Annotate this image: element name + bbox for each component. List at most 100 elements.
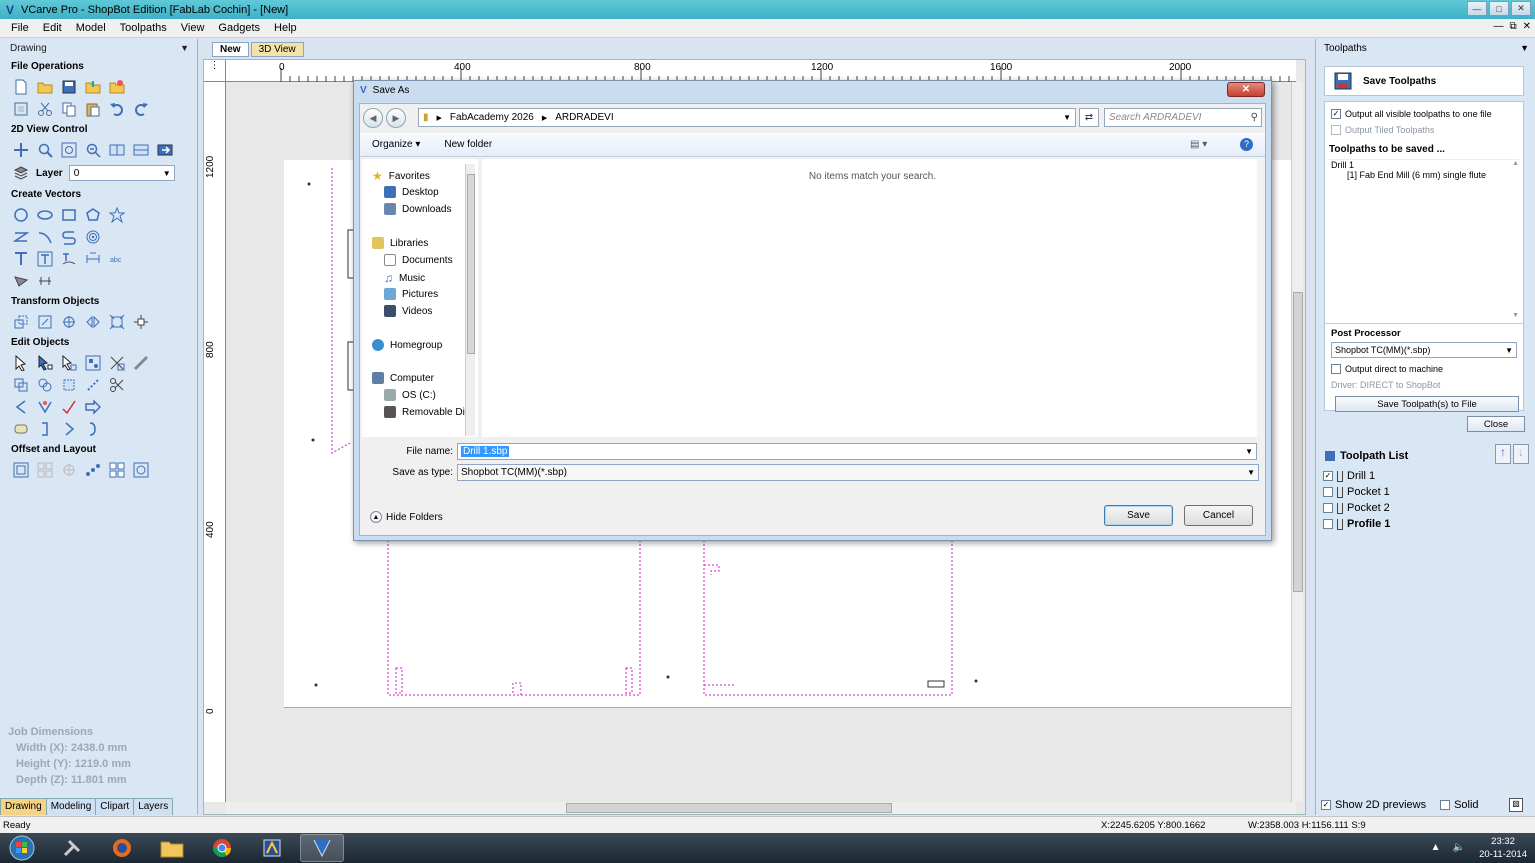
nav-removable[interactable]: Removable Dis xyxy=(384,406,470,418)
show-2d-previews-checkbox[interactable]: ✓ xyxy=(1321,800,1331,810)
nav-music[interactable]: ♫ Music xyxy=(384,271,425,285)
node-edit-icon[interactable] xyxy=(36,354,54,372)
line-extend-icon[interactable] xyxy=(60,398,78,416)
tab-clipart[interactable]: Clipart xyxy=(95,798,135,815)
toolpath-checkbox[interactable] xyxy=(1323,487,1333,497)
dimension-icon[interactable] xyxy=(84,250,102,268)
view-split-icon[interactable] xyxy=(132,141,150,159)
move-icon[interactable] xyxy=(12,313,30,331)
draw-spiral-icon[interactable] xyxy=(84,228,102,246)
offset-arrow-icon[interactable] xyxy=(84,398,102,416)
redo-icon[interactable] xyxy=(132,100,150,118)
save-toolpaths-to-file-button[interactable]: Save Toolpath(s) to File xyxy=(1335,396,1519,412)
toolpath-item-pocket-1[interactable]: Pocket 1 xyxy=(1321,484,1529,500)
close-button[interactable]: Close xyxy=(1467,416,1525,432)
vertical-scrollbar[interactable] xyxy=(1291,82,1303,802)
paste-icon[interactable] xyxy=(84,100,102,118)
preview-settings-icon[interactable]: ▧ xyxy=(1509,798,1523,812)
output-tiled-checkbox[interactable] xyxy=(1331,125,1341,135)
tab-drawing[interactable]: Drawing xyxy=(0,798,47,815)
pin-icon[interactable]: ▼ xyxy=(1520,43,1529,53)
search-icon[interactable]: ⚲ xyxy=(1251,112,1261,123)
scroll-down-icon[interactable]: ▼ xyxy=(1512,312,1519,319)
weld-icon[interactable] xyxy=(12,376,30,394)
pan-icon[interactable] xyxy=(12,141,30,159)
toolpath-checkbox[interactable] xyxy=(1323,519,1333,529)
nav-desktop[interactable]: Desktop xyxy=(384,186,439,198)
taskbar-app-tools[interactable] xyxy=(50,834,94,862)
maximize-button[interactable]: □ xyxy=(1489,1,1509,16)
chevron-down-icon[interactable]: ▼ xyxy=(1063,113,1071,122)
draw-star-icon[interactable] xyxy=(108,206,126,224)
copy-icon[interactable] xyxy=(60,100,78,118)
toolpath-checkbox[interactable] xyxy=(1323,503,1333,513)
output-direct-checkbox[interactable] xyxy=(1331,364,1341,374)
mdi-close-button[interactable]: ✕ xyxy=(1523,21,1531,32)
breadcrumb[interactable]: ▮ ▶ FabAcademy 2026 ▶ ARDRADEVI ▼ xyxy=(418,108,1076,127)
angle-icon[interactable] xyxy=(12,398,30,416)
intersect-icon[interactable] xyxy=(60,376,78,394)
output-all-checkbox[interactable]: ✓ xyxy=(1331,109,1341,119)
menu-file[interactable]: File xyxy=(4,22,36,34)
import-bitmap-icon[interactable] xyxy=(108,78,126,96)
zoom-box-icon[interactable] xyxy=(36,141,54,159)
offset-icon[interactable] xyxy=(12,461,30,479)
nav-homegroup[interactable]: Homegroup xyxy=(372,339,442,351)
menu-gadgets[interactable]: Gadgets xyxy=(211,22,267,34)
menu-help[interactable]: Help xyxy=(267,22,304,34)
scale-icon[interactable] xyxy=(36,313,54,331)
file-list[interactable]: No items match your search. xyxy=(482,159,1263,437)
copy-along-vectors-icon[interactable] xyxy=(84,461,102,479)
taskbar-app-explorer[interactable] xyxy=(150,834,194,862)
undo-icon[interactable] xyxy=(108,100,126,118)
tab-3d-view[interactable]: 3D View xyxy=(250,42,304,57)
move-down-icon[interactable]: ↓ xyxy=(1513,444,1529,464)
save-button[interactable]: Save xyxy=(1104,505,1173,526)
new-folder-button[interactable]: New folder xyxy=(432,139,504,150)
scissors-icon[interactable] xyxy=(108,376,126,394)
help-icon[interactable]: ? xyxy=(1240,138,1253,151)
bracket-right-icon[interactable] xyxy=(36,420,54,438)
chevron-right-icon[interactable] xyxy=(60,420,78,438)
start-button[interactable] xyxy=(0,834,44,862)
refresh-icon[interactable]: ⇄ xyxy=(1079,108,1099,127)
nav-videos[interactable]: Videos xyxy=(384,305,432,317)
output-tiled-row[interactable]: Output Tiled Toolpaths xyxy=(1325,122,1523,138)
nav-scrollbar[interactable] xyxy=(465,164,475,436)
toolpath-checkbox[interactable]: ✓ xyxy=(1323,471,1333,481)
hscroll-thumb[interactable] xyxy=(566,803,892,813)
view-3d-icon[interactable] xyxy=(156,141,174,159)
align-icon[interactable] xyxy=(132,313,150,331)
close-window-button[interactable]: ✕ xyxy=(1511,1,1531,16)
pin-icon[interactable]: ▼ xyxy=(180,43,189,53)
circular-copy-icon[interactable] xyxy=(132,461,150,479)
ungroup-icon[interactable] xyxy=(108,354,126,372)
text-on-curve-icon[interactable] xyxy=(60,250,78,268)
forward-button[interactable]: ▶ xyxy=(386,108,406,128)
show-hidden-icons-icon[interactable]: ▲ xyxy=(1431,842,1441,853)
nest-icon[interactable] xyxy=(36,461,54,479)
block-copy-icon[interactable] xyxy=(108,461,126,479)
tab-layers[interactable]: Layers xyxy=(133,798,174,815)
view-2d-icon[interactable] xyxy=(108,141,126,159)
nav-documents[interactable]: Documents xyxy=(384,254,453,266)
draw-polygon-icon[interactable] xyxy=(84,206,102,224)
zoom-all-icon[interactable] xyxy=(60,141,78,159)
mirror-icon[interactable] xyxy=(84,313,102,331)
taskbar-app-chrome[interactable] xyxy=(200,834,244,862)
menu-toolpaths[interactable]: Toolpaths xyxy=(113,22,174,34)
nav-scroll-thumb[interactable] xyxy=(467,174,475,354)
job-setup-icon[interactable] xyxy=(12,100,30,118)
menu-edit[interactable]: Edit xyxy=(36,22,69,34)
volume-icon[interactable]: 🔈 xyxy=(1453,842,1465,853)
node-insert-icon[interactable] xyxy=(36,398,54,416)
cut-icon[interactable] xyxy=(36,100,54,118)
view-options-icon[interactable]: ▤ ▾ xyxy=(1190,139,1207,150)
breadcrumb-item[interactable]: ARDRADEVI xyxy=(555,112,613,123)
open-file-icon[interactable] xyxy=(36,78,54,96)
trace-bitmap-icon[interactable] xyxy=(12,272,30,290)
rounded-rect-icon[interactable] xyxy=(12,420,30,438)
nav-pictures[interactable]: Pictures xyxy=(384,288,438,300)
post-processor-dropdown[interactable]: Shopbot TC(MM)(*.sbp) ▼ xyxy=(1331,342,1517,358)
transform-select-icon[interactable] xyxy=(60,354,78,372)
